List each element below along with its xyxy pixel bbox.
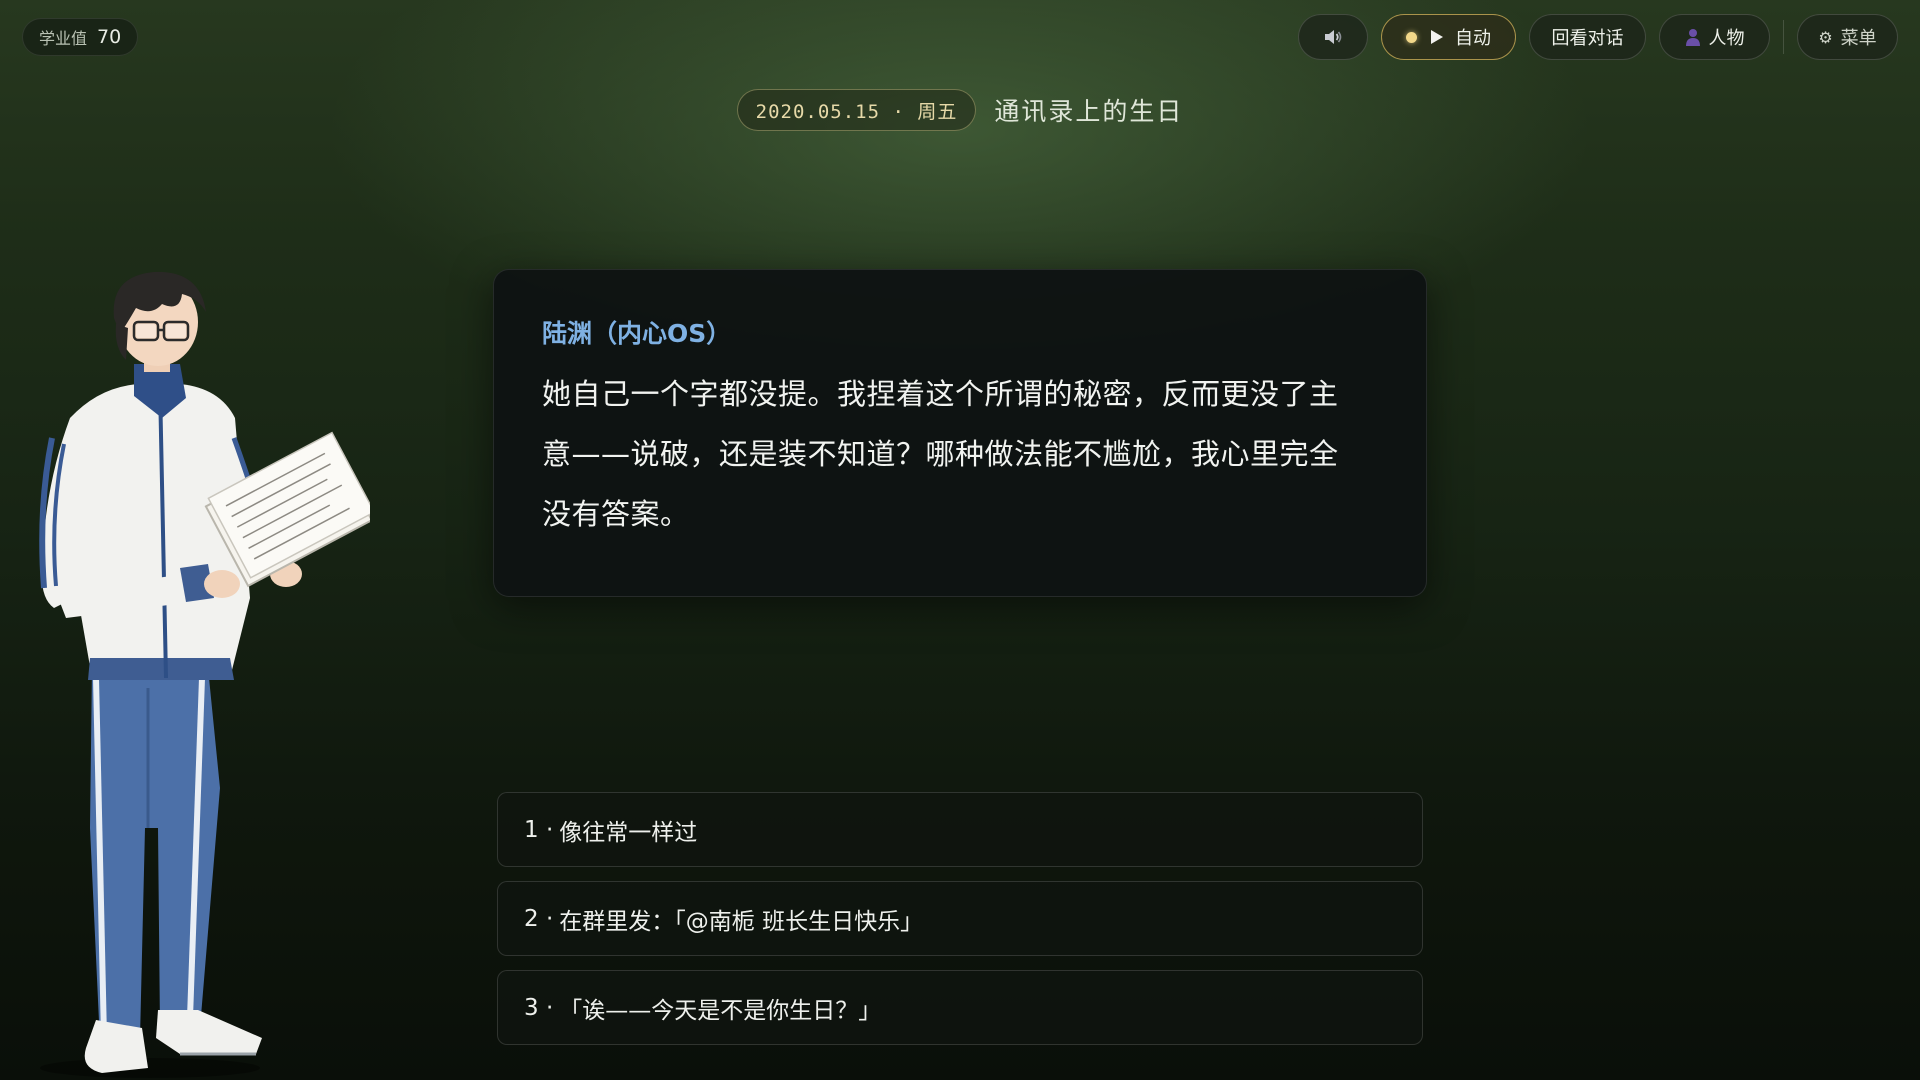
characters-button[interactable]: 人物 <box>1659 14 1770 60</box>
top-toolbar: 自动 回看对话 人物 ⚙ 菜单 <box>1298 14 1898 60</box>
review-label: 回看对话 <box>1551 28 1624 49</box>
person-icon <box>1685 29 1700 46</box>
dialog-line: 意——说破，还是装不知道？哪种做法能不尴尬，我心里完全 <box>542 437 1339 471</box>
date-text: 2020.05.15 · 周五 <box>755 100 958 123</box>
speaker-name: 陆渊（内心OS） <box>542 319 732 348</box>
choice-option-3[interactable]: 3 · 「诶——今天是不是你生日？」 <box>497 970 1423 1045</box>
choice-option-1[interactable]: 1 · 像往常一样过 <box>497 792 1423 867</box>
chapter-title: 通讯录上的生日 <box>994 97 1184 126</box>
character-sprite <box>39 271 370 1078</box>
score-value: 70 <box>97 26 122 48</box>
choice-number: 3 · <box>524 994 554 1021</box>
toolbar-divider <box>1783 20 1784 54</box>
people-label: 人物 <box>1708 28 1745 49</box>
choice-text: 「诶——今天是不是你生日？」 <box>559 997 882 1024</box>
menu-label: 菜单 <box>1840 28 1877 49</box>
choice-number: 2 · <box>524 905 554 932</box>
dialog-box[interactable]: 陆渊（内心OS） 她自己一个字都没提。我捏着这个所谓的秘密，反而更没了主 意——… <box>493 269 1427 597</box>
choice-list: 1 · 像往常一样过 2 · 在群里发：「@南栀 班长生日快乐」 3 · 「诶—… <box>497 792 1423 1059</box>
score-label: 学业值 <box>39 29 88 48</box>
chapter-header: 2020.05.15 · 周五 通讯录上的生日 <box>0 89 1920 131</box>
choice-option-2[interactable]: 2 · 在群里发：「@南栀 班长生日快乐」 <box>497 881 1423 956</box>
speaker-icon <box>1325 30 1342 44</box>
choice-text: 在群里发：「@南栀 班长生日快乐」 <box>559 908 924 935</box>
score-pill: 学业值 70 <box>22 18 139 56</box>
date-badge: 2020.05.15 · 周五 <box>736 89 977 131</box>
play-icon <box>1431 30 1443 44</box>
review-dialog-button[interactable]: 回看对话 <box>1529 14 1646 60</box>
gear-icon: ⚙ <box>1818 27 1833 47</box>
status-dot-icon <box>1406 31 1417 43</box>
choice-text: 像往常一样过 <box>559 819 698 846</box>
menu-button[interactable]: ⚙ 菜单 <box>1797 14 1898 60</box>
auto-play-button[interactable]: 自动 <box>1381 14 1516 60</box>
auto-label: 自动 <box>1455 28 1491 49</box>
dialog-line: 她自己一个字都没提。我捏着这个所谓的秘密，反而更没了主 <box>542 377 1339 411</box>
sound-button[interactable] <box>1298 14 1368 60</box>
choice-number: 1 · <box>524 816 554 843</box>
dialog-line: 没有答案。 <box>542 497 690 531</box>
